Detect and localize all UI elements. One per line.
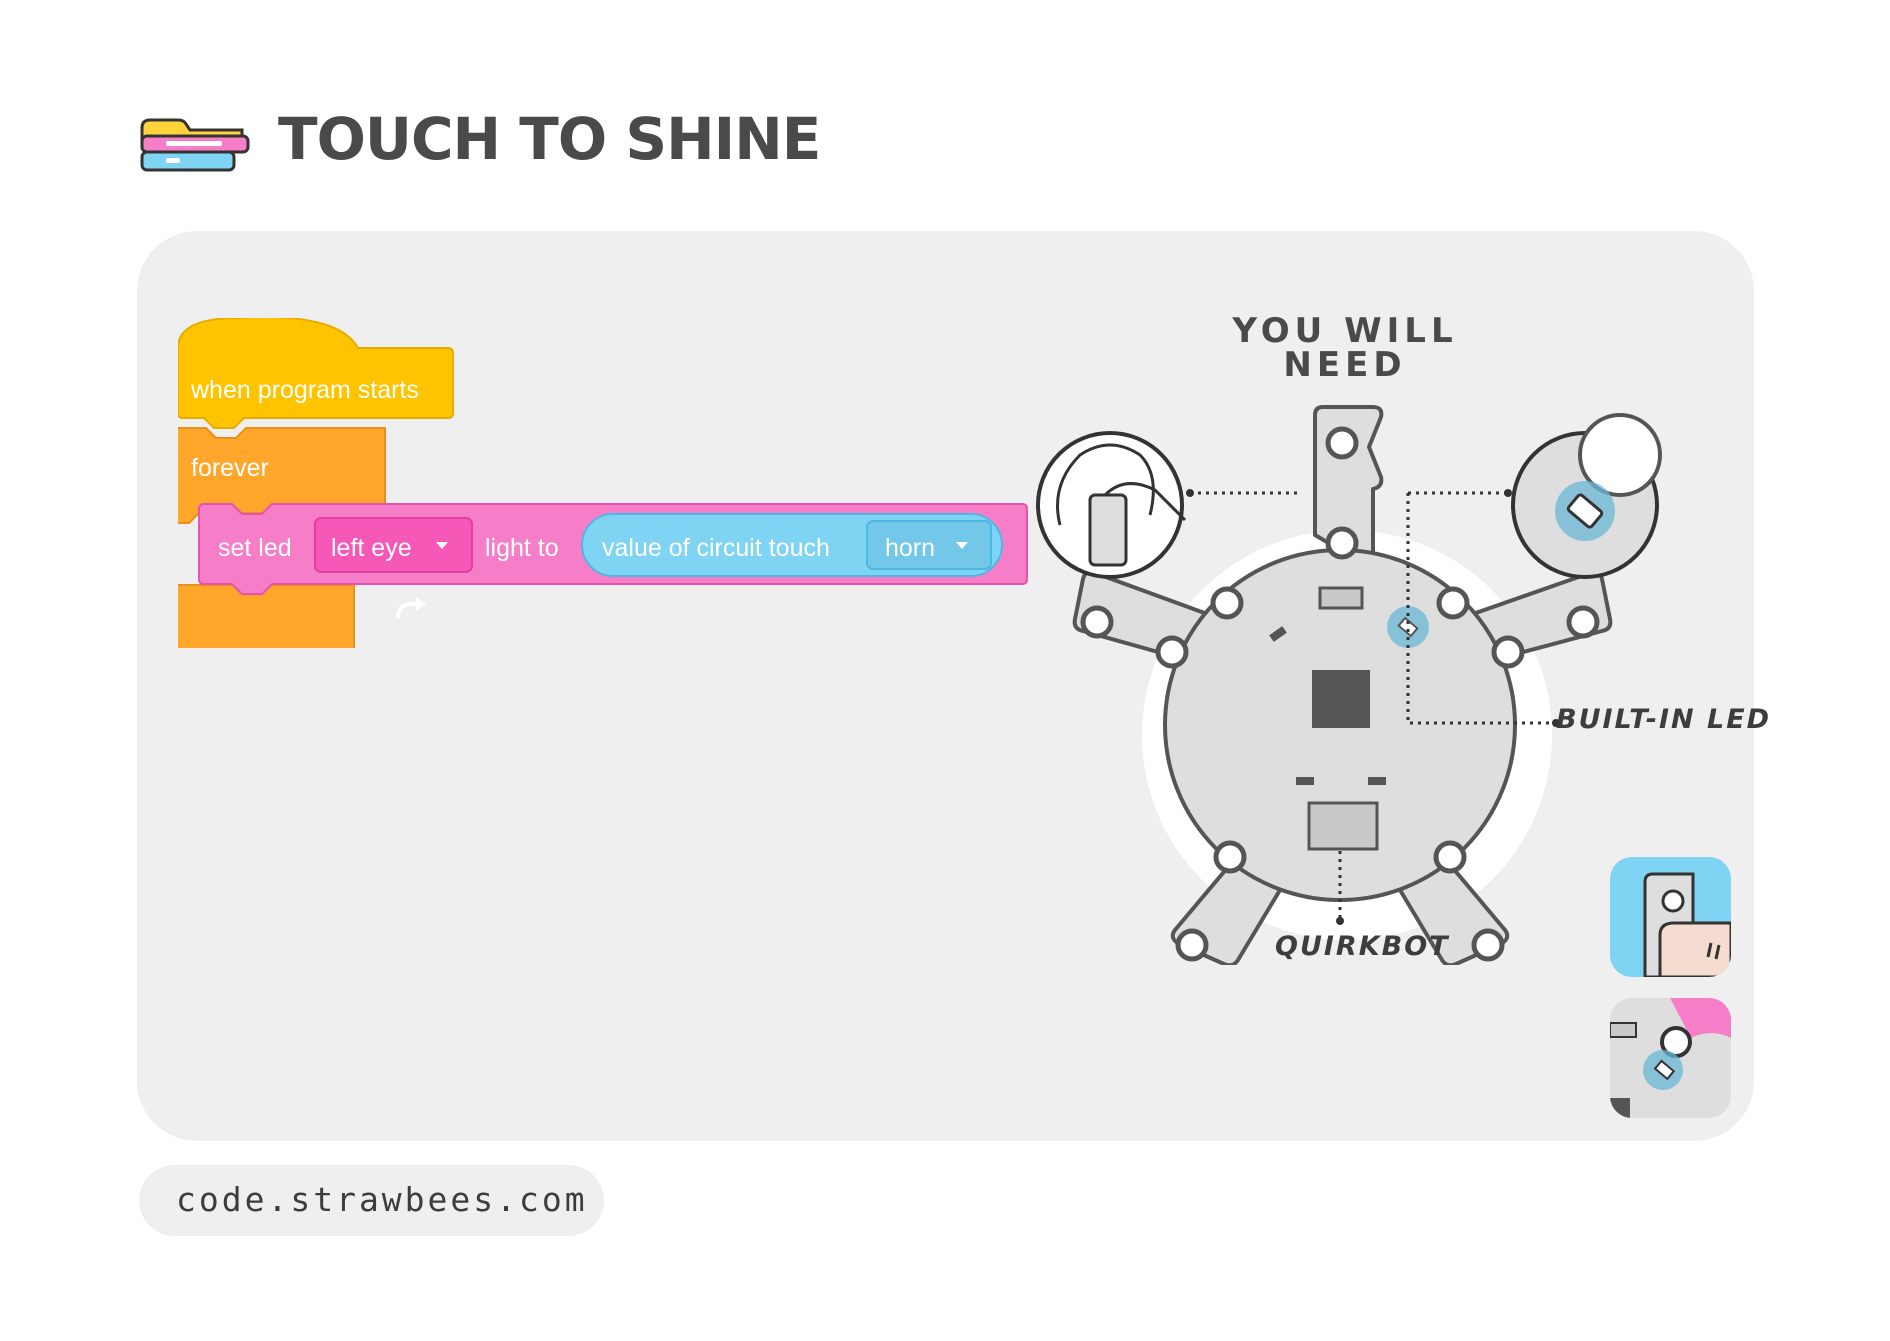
- quirkbot-callout: QUIRKBOT: [1275, 931, 1450, 962]
- forever-label: forever: [191, 454, 269, 482]
- set-led-label: set led: [218, 534, 292, 562]
- hat-label: when program starts: [190, 376, 419, 404]
- touch-dropdown-value: horn: [885, 534, 935, 562]
- led-zoom-circle: [1511, 413, 1662, 579]
- touch-dropdown[interactable]: horn: [866, 520, 992, 570]
- code-blocks: forever when program starts set led left…: [76, 316, 1028, 658]
- strawbees-logo-icon: [138, 116, 258, 182]
- loop-arrow-icon: [396, 597, 426, 619]
- circuit-touch-reporter[interactable]: value of circuit touch horn: [581, 513, 1003, 577]
- site-url[interactable]: code.strawbees.com: [176, 1181, 588, 1218]
- page-title: TOUCH TO SHINE: [278, 105, 821, 173]
- led-dropdown-value: left eye: [331, 534, 412, 562]
- led-dropdown[interactable]: left eye: [314, 517, 473, 573]
- reporter-label: value of circuit touch: [602, 534, 830, 562]
- touch-zoom-circle: [1036, 431, 1187, 579]
- light-to-label: light to: [485, 534, 559, 562]
- hat-block[interactable]: when program starts: [177, 316, 454, 429]
- set-led-block[interactable]: set led left eye light to value of circu…: [198, 503, 1028, 595]
- built-in-led-callout: BUILT-IN LED: [1556, 704, 1772, 735]
- led-thumbnail: [1610, 998, 1731, 1118]
- touch-horn-thumbnail: [1610, 857, 1731, 977]
- you-will-need-heading: YOU WILL NEED: [1232, 311, 1458, 385]
